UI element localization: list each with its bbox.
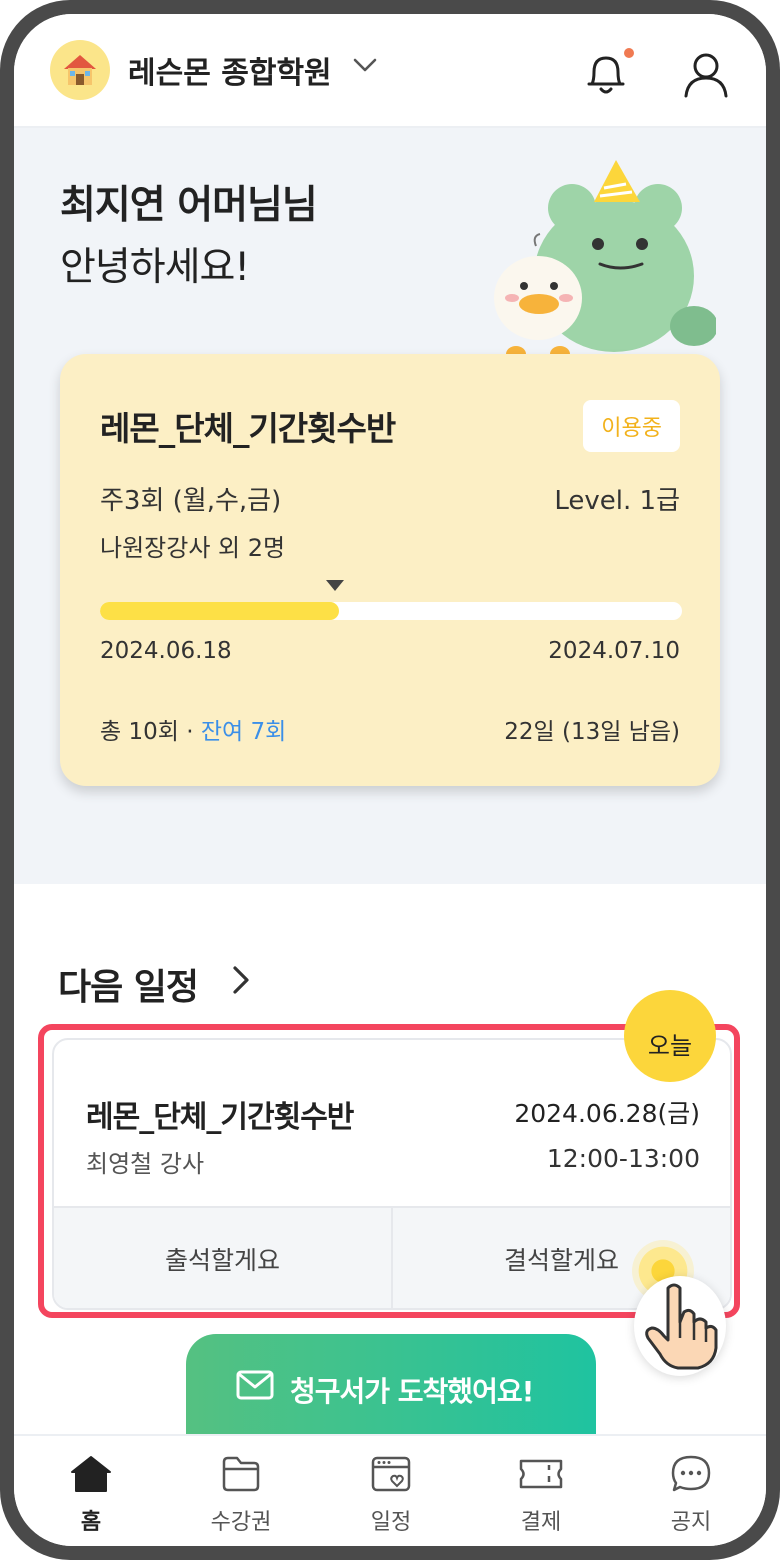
chevron-right-icon[interactable] bbox=[230, 964, 252, 996]
nav-item-payment[interactable]: 결제 bbox=[466, 1436, 616, 1546]
user-icon[interactable] bbox=[682, 50, 730, 98]
status-badge: 이용중 bbox=[583, 400, 680, 452]
device-frame: 레슨몬 종합학원 최지연 어머님님 안녕하세요! 레몬_단체_기간횟수반 이용중… bbox=[0, 0, 780, 1560]
nav-label-payment: 결제 bbox=[520, 1510, 562, 1535]
next-schedule-title[interactable]: 다음 일정 bbox=[58, 958, 199, 1010]
chat-icon bbox=[671, 1455, 711, 1492]
hero-section: 최지연 어머님님 안녕하세요! 레몬_단체_기간횟수반 이용중 주3회 (월,수… bbox=[14, 128, 766, 884]
academy-logo[interactable] bbox=[50, 40, 110, 100]
academy-name[interactable]: 레슨몬 종합학원 bbox=[128, 48, 332, 92]
greeting-hello: 안녕하세요! bbox=[60, 245, 250, 290]
progress-marker bbox=[326, 580, 344, 591]
nav-item-home[interactable]: 홈 bbox=[16, 1436, 166, 1546]
app-header: 레슨몬 종합학원 bbox=[14, 14, 766, 128]
folder-icon bbox=[222, 1456, 260, 1492]
chevron-down-icon[interactable] bbox=[352, 56, 378, 74]
progress-bar bbox=[100, 602, 682, 620]
pass-schedule: 주3회 (월,수,금) bbox=[100, 486, 282, 516]
calendar-icon bbox=[371, 1456, 411, 1492]
nav-label-schedule: 일정 bbox=[370, 1510, 412, 1535]
nav-item-notice[interactable]: 공지 bbox=[616, 1436, 766, 1546]
total-sessions: 총 10회 · bbox=[100, 719, 201, 745]
envelope-icon bbox=[236, 1370, 274, 1400]
bell-icon[interactable] bbox=[584, 50, 628, 98]
nav-label-passes: 수강권 bbox=[210, 1510, 272, 1535]
ticket-icon bbox=[519, 1459, 563, 1489]
nav-item-schedule[interactable]: 일정 bbox=[316, 1436, 466, 1546]
end-date: 2024.07.10 bbox=[548, 638, 680, 664]
invoice-banner[interactable]: 청구서가 도착했어요! bbox=[186, 1334, 596, 1444]
nav-label-home: 홈 bbox=[80, 1510, 102, 1535]
today-badge: 오늘 bbox=[624, 990, 716, 1082]
app-screen: 레슨몬 종합학원 최지연 어머님님 안녕하세요! 레몬_단체_기간횟수반 이용중… bbox=[14, 14, 766, 1546]
bottom-nav: 홈 수강권 일정 결제 공지 bbox=[14, 1434, 766, 1546]
nav-item-passes[interactable]: 수강권 bbox=[166, 1436, 316, 1546]
nav-label-notice: 공지 bbox=[670, 1510, 712, 1535]
remaining-sessions: 잔여 7회 bbox=[200, 719, 287, 745]
days-remaining: 22일 (13일 남음) bbox=[504, 719, 680, 745]
pass-title: 레몬_단체_기간횟수반 bbox=[100, 409, 396, 448]
house-emoji-icon bbox=[64, 55, 96, 85]
pointing-hand-icon bbox=[645, 1283, 718, 1370]
start-date: 2024.06.18 bbox=[100, 638, 232, 664]
today-badge-label: 오늘 bbox=[647, 1032, 693, 1060]
pass-card[interactable]: 레몬_단체_기간횟수반 이용중 주3회 (월,수,금) Level. 1급 나원… bbox=[60, 354, 720, 786]
greeting-name: 최지연 어머님님 bbox=[60, 183, 318, 228]
home-icon bbox=[71, 1456, 111, 1492]
invoice-label: 청구서가 도착했어요! bbox=[290, 1375, 534, 1408]
session-count: 총 10회 · 잔여 7회 bbox=[100, 712, 286, 746]
progress-fill bbox=[100, 602, 339, 620]
mascot-illustration bbox=[494, 160, 716, 362]
notification-dot bbox=[624, 48, 634, 58]
pass-teachers: 나원장강사 외 2명 bbox=[100, 534, 286, 562]
pass-level: Level. 1급 bbox=[554, 486, 680, 516]
